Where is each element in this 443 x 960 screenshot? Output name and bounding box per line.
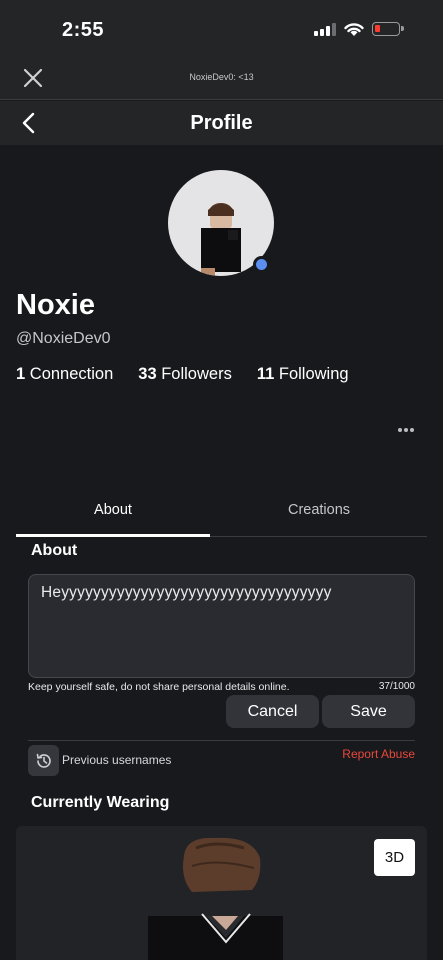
about-heading: About: [31, 542, 78, 559]
wifi-icon: [344, 23, 364, 36]
cellular-signal-icon: [314, 23, 336, 36]
status-time: 2:55: [62, 19, 105, 41]
page-url: NoxieDev0: <13: [189, 72, 254, 82]
avatar-preview-image: [148, 837, 283, 960]
save-button[interactable]: Save: [322, 695, 415, 728]
tab-selected-indicator: [16, 534, 210, 537]
previous-usernames-button[interactable]: [28, 745, 59, 776]
currently-wearing-heading: Currently Wearing: [31, 794, 170, 811]
browser-bar: NoxieDev0: <13: [0, 58, 443, 100]
connections-stat[interactable]: 1 Connection: [16, 365, 113, 384]
nav-bar: Profile: [0, 101, 443, 145]
status-bar: 2:55: [0, 0, 443, 58]
divider: [28, 740, 415, 741]
view-3d-button[interactable]: 3D: [374, 839, 415, 876]
cancel-button[interactable]: Cancel: [226, 695, 319, 728]
profile-tabs: About Creations: [16, 495, 427, 537]
tab-creations[interactable]: Creations: [222, 502, 416, 518]
bio-textarea[interactable]: Heyyyyyyyyyyyyyyyyyyyyyyyyyyyyyyyyyy: [28, 574, 415, 678]
followers-stat[interactable]: 33 Followers: [138, 365, 232, 384]
following-stat[interactable]: 11 Following: [257, 365, 349, 384]
battery-icon: [372, 22, 404, 36]
avatar-3d-preview[interactable]: [16, 826, 427, 960]
tab-about[interactable]: About: [16, 502, 210, 518]
page-title: Profile: [190, 112, 253, 134]
character-counter: 37/1000: [378, 681, 415, 692]
previous-usernames-label[interactable]: Previous usernames: [62, 753, 171, 767]
display-name: Noxie: [16, 289, 95, 321]
profile-stats: 1 Connection 33 Followers 11 Following: [16, 365, 349, 384]
safety-note: Keep yourself safe, do not share persona…: [28, 681, 290, 693]
more-options-icon[interactable]: [396, 420, 416, 440]
report-abuse-link[interactable]: Report Abuse: [342, 747, 415, 761]
history-icon: [36, 753, 51, 768]
username: @NoxieDev0: [16, 330, 111, 347]
online-status-dot: [253, 256, 270, 273]
